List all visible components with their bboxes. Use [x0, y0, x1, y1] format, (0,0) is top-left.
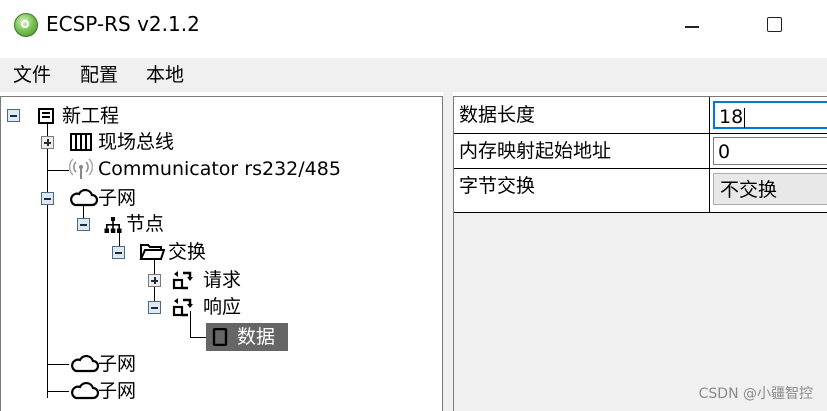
- data-length-input[interactable]: 18: [713, 101, 827, 129]
- collapse-toggle[interactable]: [148, 301, 161, 314]
- tree-line: [190, 337, 206, 338]
- tree-label-response: 响应: [203, 296, 242, 318]
- tree-node-node[interactable]: 节点: [77, 211, 277, 237]
- property-row: 数据长度 18: [454, 97, 827, 134]
- menu-file[interactable]: 文件: [13, 58, 51, 92]
- tree-node-request[interactable]: 请求: [148, 267, 348, 293]
- expand-toggle[interactable]: [41, 136, 54, 149]
- panel-splitter[interactable]: [443, 92, 453, 411]
- watermark: CSDN @小疆智控: [698, 386, 813, 402]
- menu-config[interactable]: 配置: [80, 58, 118, 92]
- project-tree[interactable]: 新工程 现场总线 Communicator rs232/485 子网 节点 交换…: [0, 96, 443, 411]
- cloud-icon: [71, 382, 99, 400]
- maximize-icon: [767, 17, 782, 32]
- property-row: 字节交换 不交换: [454, 169, 827, 213]
- transaction-icon: [172, 298, 193, 317]
- data-block-icon: [212, 328, 228, 346]
- memory-start-address-value: 0: [718, 141, 731, 163]
- tree-node-subnet[interactable]: 子网: [69, 378, 269, 404]
- tree-node-exchange[interactable]: 交换: [112, 239, 312, 265]
- tree-label-data: 数据: [237, 326, 276, 348]
- tree-label-subnet: 子网: [98, 353, 137, 375]
- tree-label-subnet: 子网: [98, 380, 137, 402]
- expand-toggle[interactable]: [148, 274, 161, 287]
- tree-node-response[interactable]: 响应: [148, 294, 348, 320]
- memory-start-address-input[interactable]: 0: [713, 137, 827, 165]
- tree-node-subnet[interactable]: 子网: [41, 185, 241, 211]
- minimize-button[interactable]: [672, 10, 712, 40]
- fieldbus-icon: [70, 133, 92, 151]
- property-value-cell: 0: [709, 134, 827, 168]
- tree-label-subnet: 子网: [98, 187, 137, 209]
- byte-swap-select[interactable]: 不交换: [713, 173, 827, 205]
- collapse-toggle[interactable]: [77, 218, 90, 231]
- property-name: 内存映射起始地址: [459, 140, 612, 162]
- data-length-value: 18: [719, 106, 744, 128]
- tree-label-fieldbus: 现场总线: [98, 131, 175, 153]
- maximize-button[interactable]: [754, 10, 794, 40]
- tree-label-exchange: 交换: [168, 241, 207, 263]
- tree-label-root: 新工程: [62, 105, 120, 127]
- antenna-icon: [69, 158, 93, 179]
- collapse-toggle[interactable]: [41, 192, 54, 205]
- tree-line: [47, 121, 48, 398]
- title-bar: ECSP-RS v2.1.2: [0, 0, 827, 58]
- collapse-toggle[interactable]: [7, 109, 20, 122]
- tree-node-fieldbus[interactable]: 现场总线: [41, 129, 241, 155]
- folder-icon: [139, 244, 165, 260]
- app-icon: [14, 13, 38, 37]
- tree-node-root[interactable]: 新工程: [5, 103, 205, 129]
- window-title: ECSP-RS v2.1.2: [46, 12, 200, 36]
- tree-node-data[interactable]: 数据: [206, 323, 296, 351]
- tree-label-node: 节点: [126, 213, 165, 235]
- property-name: 字节交换: [459, 175, 536, 197]
- text-caret: [744, 107, 746, 128]
- property-grid: 数据长度 18 内存映射起始地址 0 字节交换 不交换: [453, 96, 827, 411]
- property-value-cell: 18: [709, 97, 827, 133]
- property-row: 内存映射起始地址 0: [454, 134, 827, 169]
- tree-node-subnet[interactable]: 子网: [69, 351, 269, 377]
- collapse-toggle[interactable]: [112, 246, 125, 259]
- minimize-icon: [685, 26, 699, 28]
- tree-line: [47, 364, 69, 365]
- tree-line: [47, 170, 69, 171]
- tree-label-request: 请求: [203, 269, 242, 291]
- byte-swap-value: 不交换: [720, 179, 778, 201]
- network-node-icon: [104, 217, 122, 233]
- property-value-cell: 不交换: [709, 169, 827, 212]
- tree-node-communicator[interactable]: Communicator rs232/485: [69, 156, 389, 182]
- menu-bar: 文件 配置 本地: [0, 58, 827, 92]
- cloud-icon: [71, 355, 99, 373]
- tree-line: [47, 391, 69, 392]
- menu-local[interactable]: 本地: [146, 58, 184, 92]
- tree-label-communicator: Communicator rs232/485: [98, 158, 341, 180]
- transaction-icon: [172, 271, 193, 290]
- project-icon: [38, 108, 54, 124]
- cloud-icon: [70, 189, 98, 207]
- property-name: 数据长度: [459, 104, 536, 126]
